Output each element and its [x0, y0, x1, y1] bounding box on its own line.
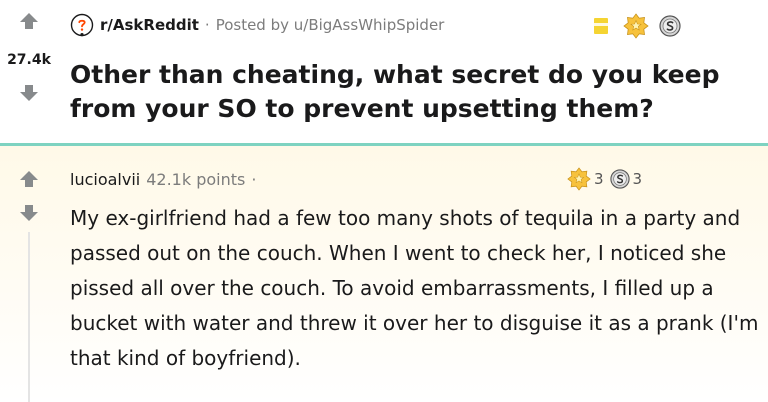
gold-award-icon[interactable]: [623, 13, 649, 39]
post-container: 27.4k r/AskReddit · Posted by u/BigAssWh…: [0, 0, 768, 143]
upvote-icon[interactable]: [19, 12, 39, 30]
comment-vote-column: [0, 146, 60, 402]
silver-award-icon[interactable]: [609, 169, 630, 189]
comment-points: 42.1k points: [146, 169, 246, 189]
post-awards[interactable]: [593, 13, 681, 39]
downvote-icon[interactable]: [19, 84, 39, 102]
comment-body: My ex-girlfriend had a few too many shot…: [70, 206, 759, 370]
comment-meta-separator: ·: [251, 169, 257, 189]
gold-award-count: 3: [594, 170, 604, 188]
comment-awards[interactable]: 3 3: [567, 166, 648, 192]
subreddit-icon[interactable]: [70, 13, 94, 37]
silver-award-icon[interactable]: [659, 15, 681, 37]
post-score: 27.4k: [7, 52, 51, 68]
comment-container: lucioalvii 42.1k points · 3 3 My ex-girl…: [0, 146, 768, 402]
subreddit-link[interactable]: r/AskReddit: [100, 16, 199, 34]
silver-award-count: 3: [632, 170, 643, 188]
gold-award-icon[interactable]: [567, 167, 591, 191]
comment-downvote-icon[interactable]: [19, 204, 39, 222]
posted-by-link[interactable]: Posted by u/BigAssWhipSpider: [216, 16, 445, 34]
post-title[interactable]: Other than cheating, what secret do you …: [70, 58, 760, 126]
comment-upvote-icon[interactable]: [19, 170, 39, 188]
thread-line[interactable]: [28, 232, 30, 402]
meta-separator: ·: [204, 16, 210, 34]
bookmark-award-icon[interactable]: [593, 16, 609, 36]
comment-author[interactable]: lucioalvii: [70, 170, 140, 189]
post-vote-column: 27.4k: [0, 0, 58, 143]
